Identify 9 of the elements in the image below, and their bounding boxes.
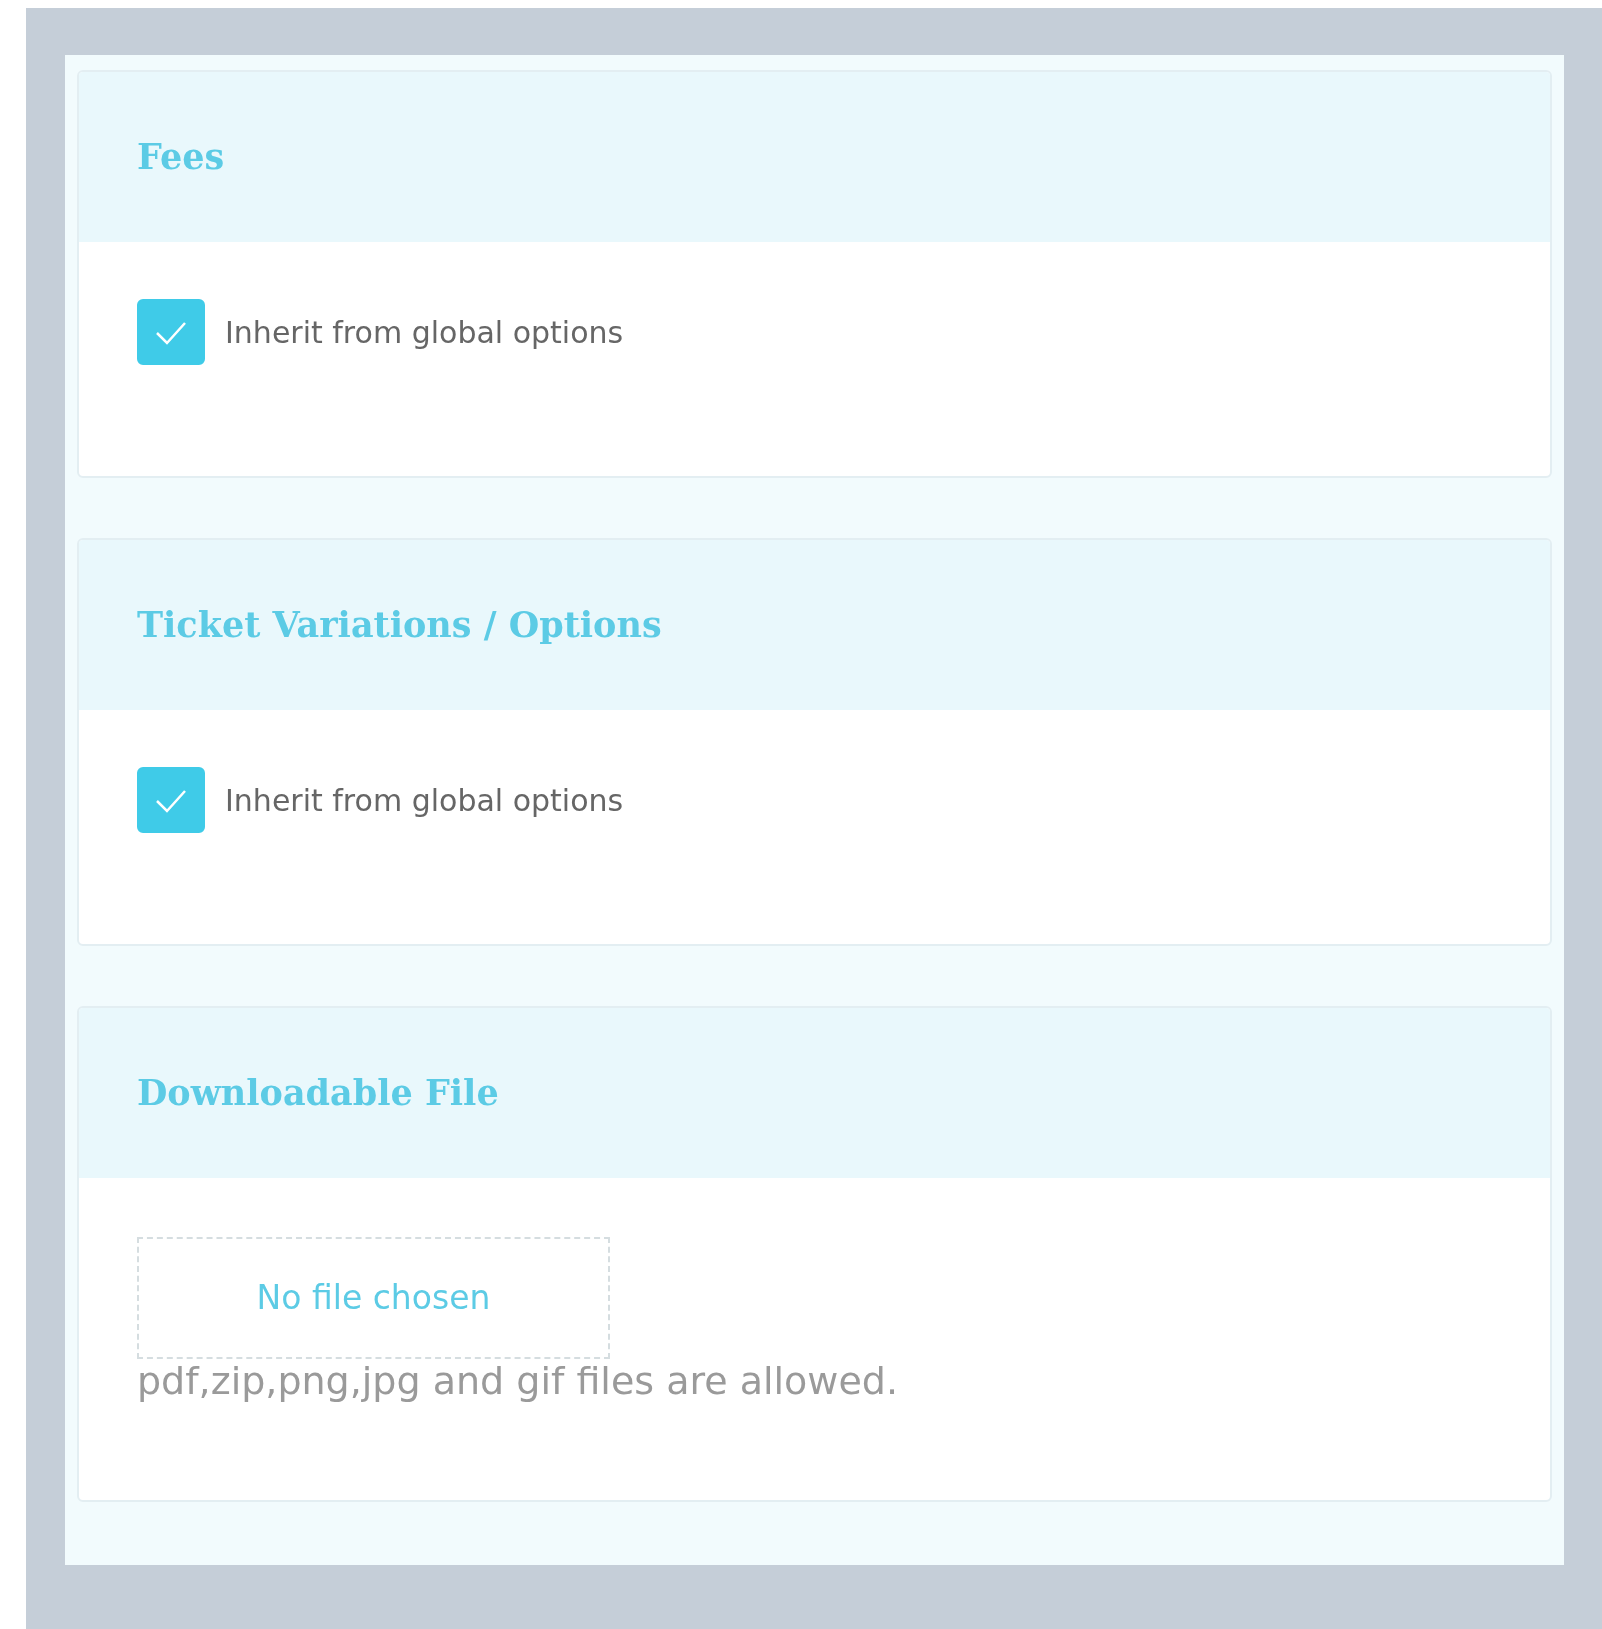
checkbox[interactable] (137, 767, 205, 833)
section-title: Downloadable File (137, 1070, 499, 1115)
help-text: pdf,zip,png,jpg and gif files are allowed. (137, 1359, 899, 1405)
section-title: Fees (137, 134, 225, 179)
section-title: Ticket Variations / Options (137, 602, 662, 647)
checkbox-label: Inherit from global options (225, 781, 624, 820)
checkbox-label: Inherit from global options (225, 313, 624, 352)
file-upload-button[interactable]: No file chosen (137, 1237, 610, 1359)
checkbox[interactable] (137, 299, 205, 365)
